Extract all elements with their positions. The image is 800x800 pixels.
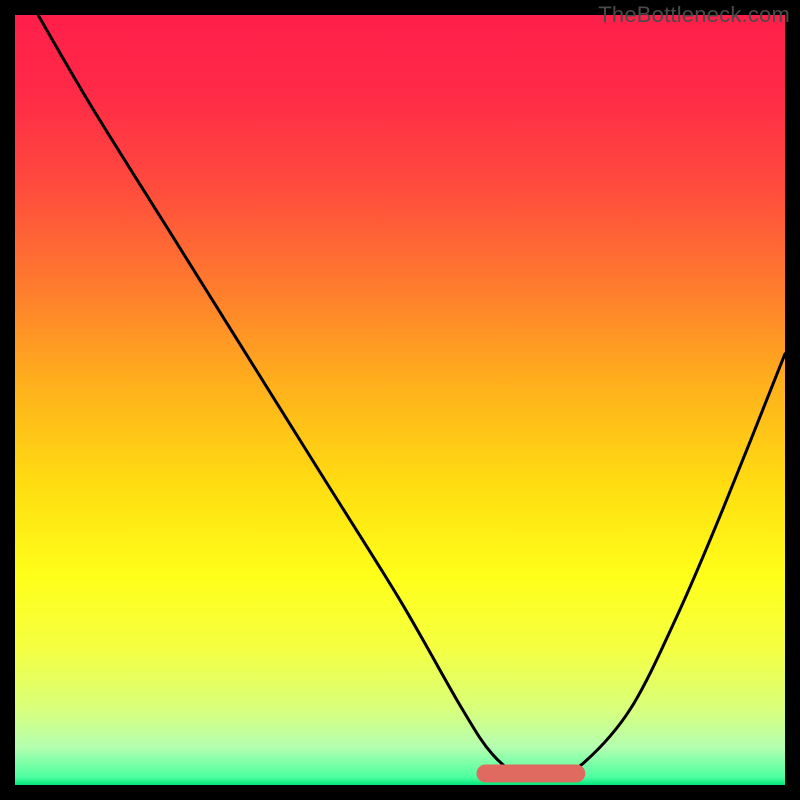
optimal-range-marker bbox=[477, 765, 585, 782]
plot-area bbox=[15, 15, 785, 785]
watermark-text: TheBottleneck.com bbox=[598, 2, 790, 28]
chart-frame: TheBottleneck.com bbox=[0, 0, 800, 800]
bottleneck-chart bbox=[15, 15, 785, 785]
gradient-background bbox=[15, 15, 785, 785]
